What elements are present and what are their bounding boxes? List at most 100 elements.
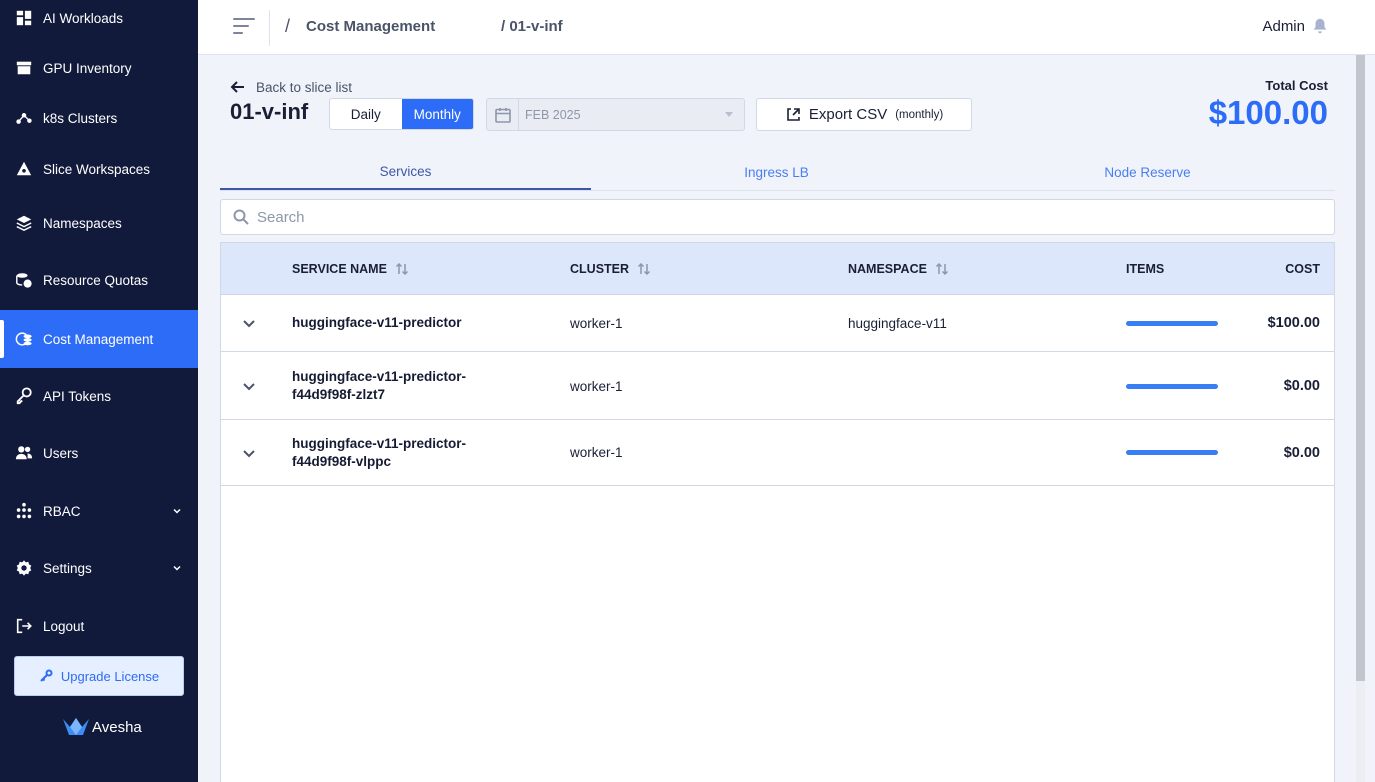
key-icon [14,386,34,406]
total-cost-label: Total Cost [1265,78,1328,93]
items-bar [1126,353,1219,419]
chevron-down-icon [173,508,181,514]
sidebar-item-label: GPU Inventory [43,60,132,76]
column-header-cost: COST [1285,243,1320,294]
total-cost-value: $100.00 [1208,94,1328,131]
back-to-slice-list-link[interactable]: Back to slice list [230,79,352,95]
sidebar-item-rbac[interactable]: RBAC [0,482,198,540]
cost-cell: $0.00 [1283,444,1320,461]
cost-cell: $100.00 [1267,315,1320,331]
search-input[interactable] [257,208,1334,226]
items-bar-fill [1126,383,1218,389]
sidebar-item-cost-management[interactable]: Cost Management [0,310,198,368]
chevron-down-icon [173,565,181,571]
sidebar-item-label: RBAC [43,503,81,519]
archive-icon [14,58,34,78]
rbac-icon [14,501,34,521]
calendar-icon [487,99,519,130]
export-csv-button[interactable]: Export CSV (monthly) [756,98,972,131]
table-row[interactable]: huggingface-v11-predictor- f44d9f98f-zlz… [221,353,1334,420]
sidebar-item-label: Slice Workspaces [43,161,151,177]
scrollbar-thumb[interactable] [1356,55,1365,681]
service-name-line: huggingface-v11-predictor- [292,369,467,384]
sidebar-item-logout[interactable]: Logout [0,597,198,655]
search-icon [233,209,249,225]
users-icon [14,443,34,463]
expand-row-icon[interactable] [241,295,259,351]
quota-icon [14,270,34,290]
upgrade-license-label: Upgrade License [60,668,160,684]
sidebar-item-label: Settings [43,560,92,576]
top-header: / Cost Management / 01-v-inf Admin [198,0,1375,55]
cluster-cell: worker-1 [570,445,623,460]
breadcrumb-cost-management[interactable]: Cost Management [306,18,435,35]
column-label: COST [1285,261,1320,276]
items-bar-fill [1126,320,1218,326]
sidebar-item-k8s-clusters[interactable]: k8s Clusters [0,89,198,147]
sort-icon[interactable] [637,262,651,276]
namespace-cell: huggingface-v11 [848,315,947,331]
sidebar-item-label: AI Workloads [43,10,124,26]
header-divider [269,10,270,46]
month-value: FEB 2025 [525,107,581,122]
month-picker[interactable]: FEB 2025 [486,98,745,131]
sidebar-item-label: Users [43,445,79,461]
logout-icon [14,616,34,636]
dashboard-icon [14,8,34,28]
sort-icon[interactable] [935,262,949,276]
search-box [220,199,1335,235]
vertical-scrollbar[interactable] [1356,55,1365,782]
tab-services[interactable]: Services [220,155,591,190]
crown-logo-icon [63,718,89,735]
sidebar-item-settings[interactable]: Settings [0,539,198,597]
export-icon [787,107,800,121]
menu-toggle-icon[interactable] [233,18,255,38]
sidebar-item-label: Cost Management [43,331,154,347]
sidebar-item-users[interactable]: Users [0,424,198,482]
dropdown-caret-icon [714,99,744,130]
expand-row-icon[interactable] [241,353,259,419]
sidebar-item-resource-quotas[interactable]: Resource Quotas [0,251,198,309]
column-label: NAMESPACE [848,261,927,276]
sidebar-item-label: API Tokens [43,388,112,404]
service-name-cell: huggingface-v11-predictor- f44d9f98f-zlz… [292,353,466,419]
bell-icon[interactable] [1311,17,1331,37]
table-row[interactable]: huggingface-v11-predictor worker-1 huggi… [221,294,1334,352]
period-toggle: Daily Monthly [329,98,474,130]
sidebar-item-slice-workspaces[interactable]: Slice Workspaces [0,140,198,198]
service-name-line: huggingface-v11-predictor- [292,435,467,451]
page-title: 01-v-inf [230,99,309,124]
monthly-toggle-button[interactable]: Monthly [401,99,473,129]
layers-icon [14,213,34,233]
sidebar-item-label: Namespaces [43,215,122,231]
user-name[interactable]: Admin [1262,18,1305,35]
export-label: Export CSV [808,106,888,123]
cluster-icon [14,108,34,128]
column-header-items: ITEMS [1126,243,1164,294]
service-name-line: f44d9f98f-vlppc [292,453,392,469]
daily-toggle-button[interactable]: Daily [330,99,402,129]
services-table: SERVICE NAME CLUSTER NAMESPACE ITEMS COS… [220,242,1335,782]
items-bar-fill [1126,450,1218,455]
tab-ingress-lb[interactable]: Ingress LB [591,155,962,190]
column-label: ITEMS [1126,261,1165,276]
cost-icon [14,329,34,349]
column-header-service-name: SERVICE NAME [292,243,409,294]
brand-logo: Avesha [62,716,142,738]
tab-node-reserve[interactable]: Node Reserve [962,155,1333,190]
expand-row-icon[interactable] [241,420,259,485]
breadcrumb-slice: / 01-v-inf [501,18,563,35]
sidebar-item-namespaces[interactable]: Namespaces [0,194,198,252]
sidebar-item-api-tokens[interactable]: API Tokens [0,367,198,425]
export-period-label: (monthly) [895,108,944,121]
column-label: CLUSTER [570,261,630,276]
gear-icon [14,558,34,578]
table-row[interactable]: huggingface-v11-predictor- f44d9f98f-vlp… [221,420,1334,486]
cluster-cell: worker-1 [570,378,623,394]
sort-icon[interactable] [395,262,409,276]
slice-icon [14,159,34,179]
breadcrumb-separator: / [285,16,291,36]
upgrade-license-button[interactable]: Upgrade License [14,656,184,696]
key-icon [40,669,53,682]
column-header-namespace: NAMESPACE [848,243,949,294]
